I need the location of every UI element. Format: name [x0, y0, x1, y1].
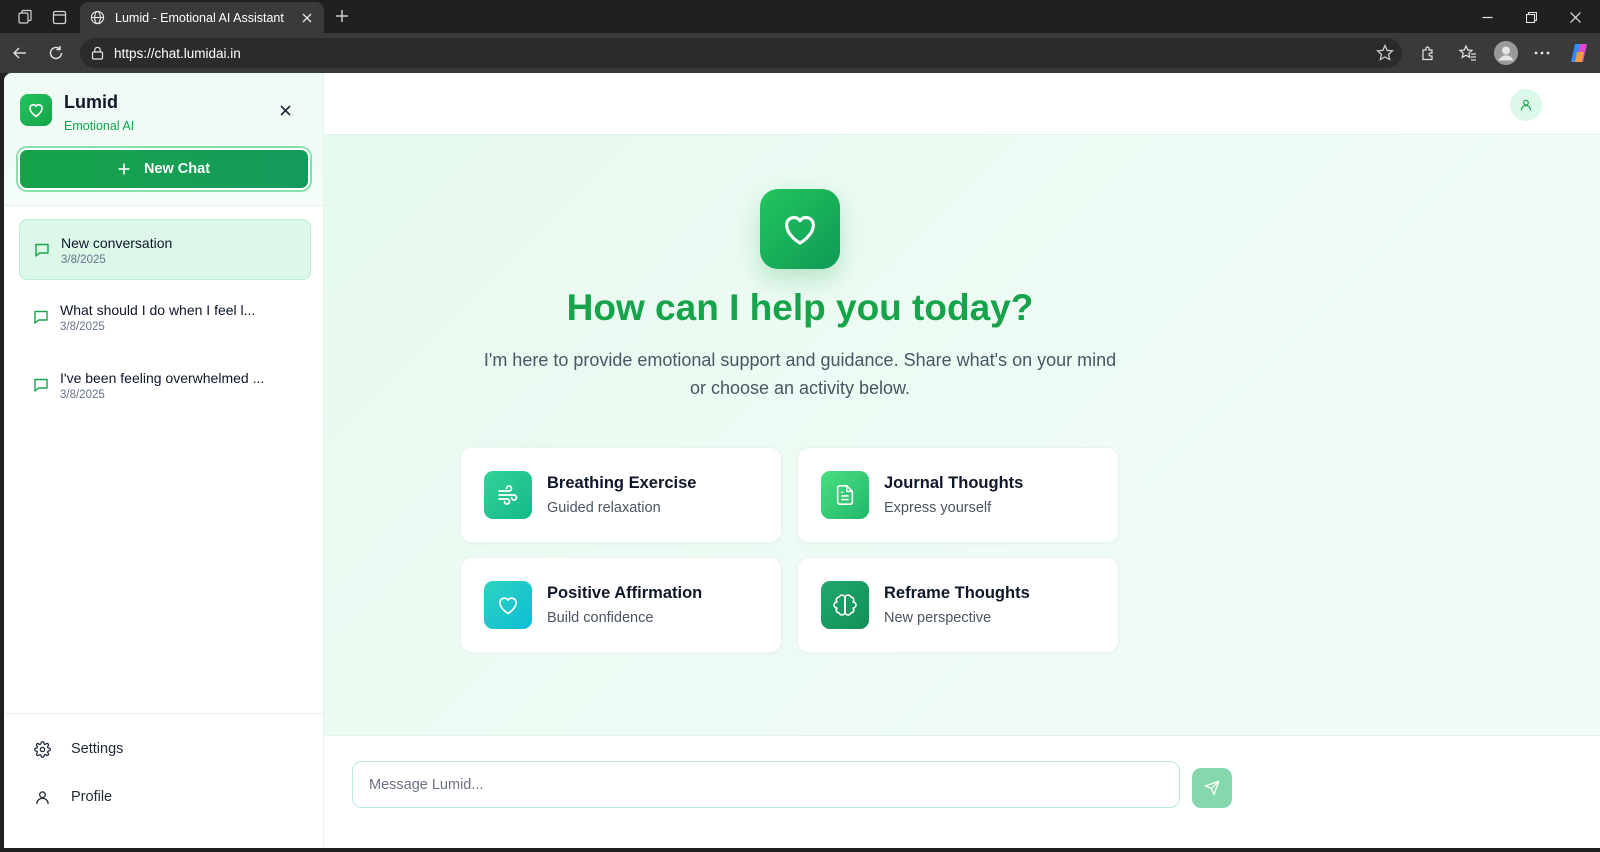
copilot-icon[interactable] [1566, 40, 1592, 66]
refresh-icon[interactable] [44, 41, 68, 65]
app-window: Lumid Emotional AI New Chat New conversa… [4, 73, 1600, 848]
conversation-title: New conversation [61, 235, 173, 251]
tab-title: Lumid - Emotional AI Assistant [115, 10, 284, 25]
conversation-date: 3/8/2025 [60, 321, 105, 333]
welcome-subtitle: I'm here to provide emotional support an… [483, 350, 1117, 398]
welcome-title: How can I help you today? [566, 287, 1034, 328]
conversation-date: 3/8/2025 [60, 389, 105, 401]
message-input[interactable] [352, 761, 1180, 808]
heart-icon [484, 581, 532, 629]
card-subtitle: New perspective [884, 610, 992, 626]
browser-toolbar: https://chat.lumidai.in [0, 33, 1600, 73]
message-square-icon [33, 377, 49, 393]
close-sidebar-icon[interactable] [274, 99, 296, 121]
card-breathing-exercise[interactable]: Breathing Exercise Guided relaxation [460, 447, 782, 543]
sidebar-footer: Settings Profile [4, 713, 323, 848]
more-options-icon[interactable] [1530, 41, 1554, 65]
conversation-title: What should I do when I feel l... [60, 302, 256, 318]
message-square-icon [33, 309, 49, 325]
browser-tab-active[interactable]: Lumid - Emotional AI Assistant [80, 2, 324, 33]
tab-close-icon[interactable] [296, 7, 318, 29]
new-chat-button[interactable]: New Chat [18, 148, 310, 190]
extensions-icon[interactable] [1416, 41, 1440, 65]
heart-logo-icon [20, 94, 52, 126]
favorites-icon[interactable] [1456, 41, 1480, 65]
tab-actions-icon[interactable] [48, 6, 70, 28]
sidebar: Lumid Emotional AI New Chat New conversa… [4, 73, 324, 848]
conversation-item[interactable]: What should I do when I feel l... 3/8/20… [19, 287, 311, 348]
card-positive-affirmation[interactable]: Positive Affirmation Build confidence [460, 557, 782, 653]
message-composer [324, 735, 1600, 848]
conversation-item[interactable]: I've been feeling overwhelmed ... 3/8/20… [19, 355, 311, 416]
conversation-title: I've been feeling overwhelmed ... [60, 370, 265, 386]
plus-icon [118, 163, 130, 175]
new-chat-label: New Chat [143, 161, 211, 177]
profile-avatar-icon[interactable] [1492, 39, 1520, 67]
sidebar-header: Lumid Emotional AI New Chat [4, 73, 323, 206]
card-title: Reframe Thoughts [884, 584, 1030, 602]
card-subtitle: Guided relaxation [547, 500, 661, 516]
card-title: Positive Affirmation [547, 584, 703, 602]
back-arrow-icon[interactable] [8, 41, 32, 65]
conversation-date: 3/8/2025 [61, 254, 106, 266]
card-subtitle: Build confidence [547, 610, 654, 626]
favorite-star-icon[interactable] [1376, 44, 1394, 62]
workspaces-icon[interactable] [14, 6, 36, 28]
card-journal-thoughts[interactable]: Journal Thoughts Express yourself [797, 447, 1119, 543]
lock-icon [91, 46, 104, 60]
address-bar[interactable]: https://chat.lumidai.in [80, 38, 1402, 68]
file-text-icon [821, 471, 869, 519]
send-button[interactable] [1192, 768, 1232, 808]
minimize-icon[interactable] [1475, 5, 1499, 29]
conversation-item[interactable]: New conversation 3/8/2025 [19, 219, 311, 280]
user-avatar-button[interactable] [1510, 89, 1542, 121]
card-reframe-thoughts[interactable]: Reframe Thoughts New perspective [797, 557, 1119, 653]
new-tab-icon[interactable] [330, 4, 354, 28]
browser-tab-bar: Lumid - Emotional AI Assistant [0, 0, 1600, 33]
main-area: How can I help you today? I'm here to pr… [324, 73, 1600, 848]
card-title: Breathing Exercise [547, 474, 697, 492]
profile-label: Profile [71, 789, 113, 805]
settings-label: Settings [71, 741, 124, 757]
heart-hero-icon [760, 189, 840, 269]
window-close-icon[interactable] [1563, 5, 1587, 29]
brain-icon [821, 581, 869, 629]
brand-name: Lumid [64, 92, 118, 112]
wind-icon [484, 471, 532, 519]
globe-icon [88, 9, 106, 27]
message-square-icon [34, 242, 50, 258]
url-text: https://chat.lumidai.in [114, 45, 241, 61]
profile-button[interactable]: Profile [20, 779, 310, 815]
card-title: Journal Thoughts [884, 474, 1024, 492]
top-bar [324, 73, 1600, 135]
settings-button[interactable]: Settings [20, 731, 310, 767]
window-bottom-edge [0, 848, 1600, 852]
user-icon [34, 789, 51, 806]
gear-icon [34, 740, 51, 758]
card-subtitle: Express yourself [884, 500, 992, 516]
conversation-list: New conversation 3/8/2025 What should I … [19, 219, 311, 423]
welcome-panel: How can I help you today? I'm here to pr… [324, 135, 1600, 735]
brand-subtitle: Emotional AI [64, 119, 135, 133]
restore-icon[interactable] [1519, 5, 1543, 29]
